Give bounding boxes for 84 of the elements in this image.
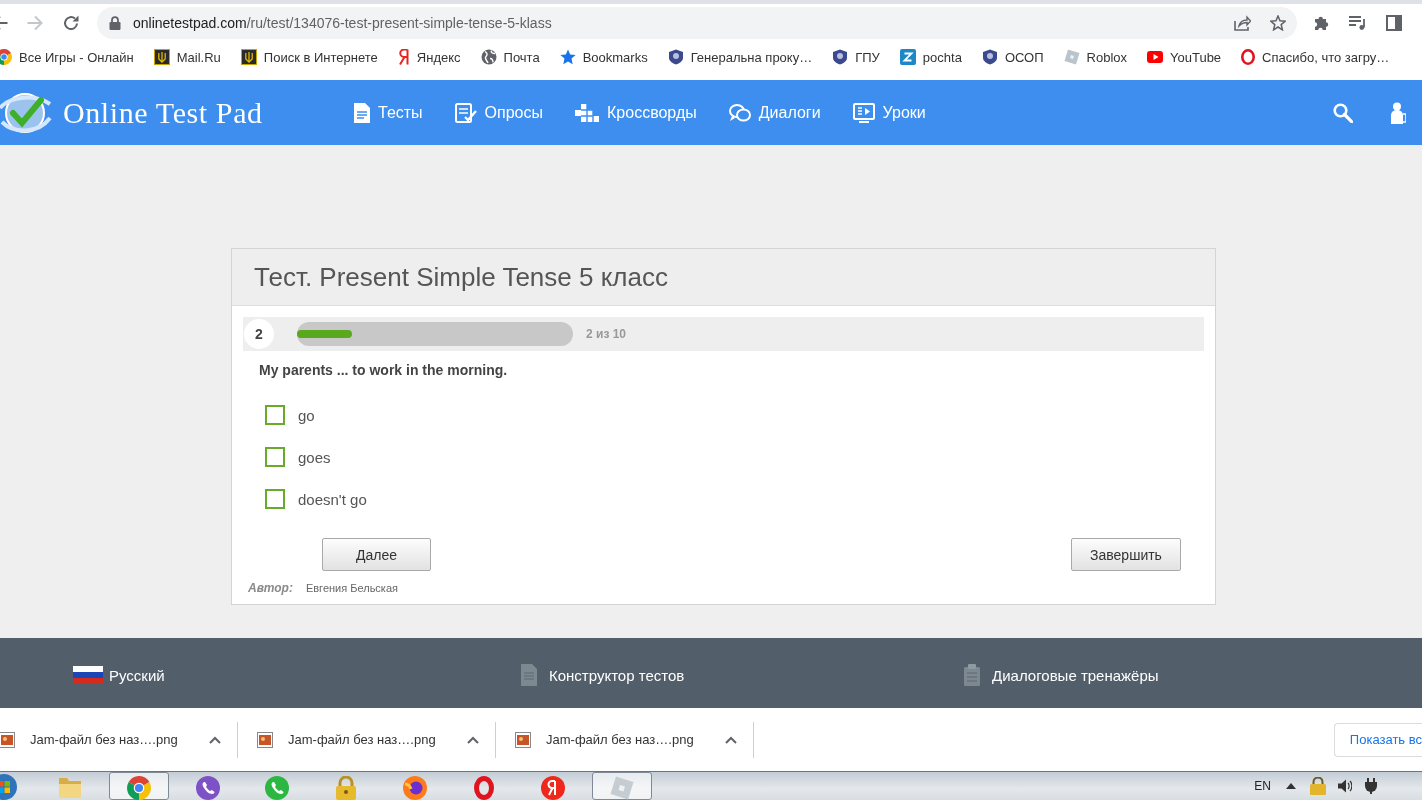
language-indicator[interactable]: EN [1254, 779, 1271, 793]
ring-icon [1241, 49, 1256, 65]
person-icon[interactable] [1390, 101, 1406, 124]
emblem-tile-icon [240, 49, 257, 65]
bookmark-link[interactable]: Все Игры - Онлайн [0, 44, 144, 70]
address-bar[interactable]: onlinetestpad.com/ru/test/134076-test-present-simple-tense-5-klass [97, 7, 1297, 39]
crest-icon [667, 49, 684, 65]
speaker-icon[interactable] [1338, 779, 1352, 793]
speech-bubbles-icon [728, 102, 751, 123]
caret-up-icon[interactable] [467, 735, 479, 744]
sidebar-icon[interactable] [1386, 15, 1402, 31]
ring-icon [474, 776, 494, 800]
bookmark-link[interactable]: Mail.Ru [143, 44, 231, 70]
share-icon[interactable] [1234, 15, 1251, 31]
bookmark-link[interactable]: Roblox [1053, 44, 1137, 70]
star-outline-icon[interactable] [1270, 15, 1286, 31]
footer-link[interactable]: Русский [73, 664, 165, 686]
url-text[interactable]: onlinetestpad.com/ru/test/134076-test-present-simple-tense-5-klass [133, 15, 552, 31]
question-text: My parents ... to work in the morning. [259, 361, 508, 379]
checkbox[interactable] [265, 405, 285, 425]
fox-browser-icon [403, 776, 427, 800]
padlock-icon[interactable] [1310, 777, 1326, 795]
document-icon [521, 664, 537, 686]
checkbox[interactable] [265, 447, 285, 467]
checkbox[interactable] [265, 489, 285, 509]
download-item[interactable]: Jam-файл без наз….png [515, 731, 694, 748]
option-label[interactable]: goes [298, 448, 331, 466]
padlock-icon [336, 776, 356, 800]
bookmark-link[interactable]: ОСОП [971, 44, 1054, 70]
show-all-button[interactable]: Показать вс [1333, 722, 1422, 757]
logo-mark-icon [397, 49, 410, 65]
lock-icon[interactable] [109, 16, 121, 30]
image-file-icon [257, 731, 273, 748]
reload-icon[interactable] [63, 15, 79, 31]
caret-up-icon[interactable] [1286, 783, 1296, 789]
folder-icon [58, 776, 82, 798]
footer-link[interactable]: Конструктор тестов [521, 664, 685, 686]
flag-icon [73, 666, 103, 684]
test-title: Тест. Present Simple Tense 5 класс [254, 261, 668, 293]
search-icon[interactable] [1333, 102, 1353, 123]
zigzag-tile-icon [899, 49, 916, 65]
bookmark-link[interactable]: YouTube [1137, 44, 1232, 70]
phone-bubble-icon [196, 776, 220, 800]
video-board-icon [852, 102, 875, 123]
phone-circle-icon [265, 776, 289, 800]
progress-text: 2 из 10 [586, 327, 627, 341]
bookmark-link[interactable]: Поиск в Интернете [230, 44, 388, 70]
author-label: Автор: [248, 581, 293, 595]
clipboard-icon [964, 664, 980, 686]
puzzle-icon[interactable] [1314, 15, 1330, 31]
caret-up-icon[interactable] [209, 735, 221, 744]
round-browser-icon [127, 776, 151, 800]
play-button-icon [1147, 49, 1163, 65]
bookmark-link[interactable]: ГПУ [822, 44, 890, 70]
image-file-icon [515, 731, 531, 748]
finish-button[interactable]: Завершить [1071, 538, 1181, 571]
bookmark-link[interactable]: Генеральна проку… [657, 44, 823, 70]
bookmark-link[interactable]: pochta [889, 44, 972, 70]
bookmark-link[interactable]: Почта [470, 44, 550, 70]
option-label[interactable]: go [298, 406, 315, 424]
bookmark-link[interactable]: Яндекс [387, 44, 471, 70]
playlist-icon[interactable] [1349, 16, 1366, 30]
document-icon [354, 102, 370, 123]
taskbar-button[interactable] [109, 772, 169, 800]
next-button[interactable]: Далее [322, 538, 431, 571]
bookmark-link[interactable]: Bookmarks [549, 44, 658, 70]
checklist-icon [454, 102, 477, 123]
star-icon [559, 49, 576, 65]
question-number: 2 [244, 319, 274, 349]
download-item[interactable]: Jam-файл без наз….png [0, 731, 178, 748]
caret-up-icon[interactable] [725, 735, 737, 744]
crest-icon [981, 49, 998, 65]
download-item[interactable]: Jam-файл без наз….png [257, 731, 436, 748]
emblem-tile-icon [153, 49, 170, 65]
crest-icon [832, 49, 849, 65]
taskbar-button[interactable] [592, 772, 652, 800]
footer-link[interactable]: Диалоговые тренажёры [964, 664, 1159, 686]
option-label[interactable]: doesn't go [298, 490, 367, 508]
grid-icon [575, 102, 599, 123]
bookmark-link[interactable]: Спасибо, что загру… [1231, 44, 1400, 70]
disc-icon [541, 776, 565, 800]
author-name: Евгения Бельская [305, 582, 398, 594]
plug-icon[interactable] [1364, 778, 1378, 794]
globe-icon [480, 49, 497, 65]
